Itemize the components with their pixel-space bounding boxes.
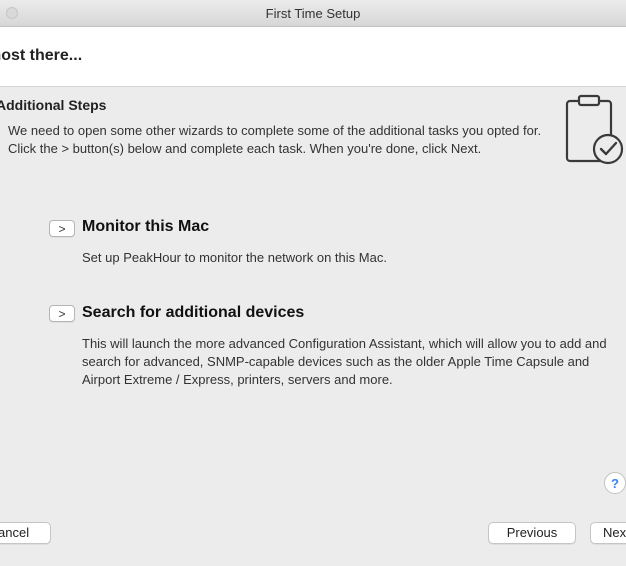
- step-desc-search-devices: This will launch the more advanced Confi…: [82, 336, 607, 387]
- chevron-right-icon: >: [58, 221, 66, 236]
- section-title: Additional Steps: [0, 97, 107, 113]
- step-desc-monitor-mac: Set up PeakHour to monitor the network o…: [82, 250, 387, 265]
- previous-button[interactable]: Previous: [488, 522, 576, 544]
- next-button[interactable]: Nex: [590, 522, 626, 544]
- step-title-search-devices: Search for additional devices: [82, 304, 305, 321]
- help-icon: ?: [611, 475, 619, 491]
- search-devices-expand-button[interactable]: >: [49, 305, 75, 322]
- header-band: [0, 27, 626, 87]
- cancel-button[interactable]: ancel: [0, 522, 51, 544]
- instructions-text: We need to open some other wizards to co…: [8, 123, 542, 156]
- window-title: First Time Setup: [265, 6, 361, 21]
- help-button[interactable]: ?: [604, 472, 626, 494]
- step-title-monitor-mac: Monitor this Mac: [82, 218, 210, 235]
- page-heading: most there...: [0, 47, 83, 64]
- monitor-mac-expand-button[interactable]: >: [49, 220, 75, 237]
- clipboard-check-icon: [565, 94, 624, 165]
- window-titlebar: First Time Setup: [0, 0, 626, 27]
- chevron-right-icon: >: [58, 306, 66, 321]
